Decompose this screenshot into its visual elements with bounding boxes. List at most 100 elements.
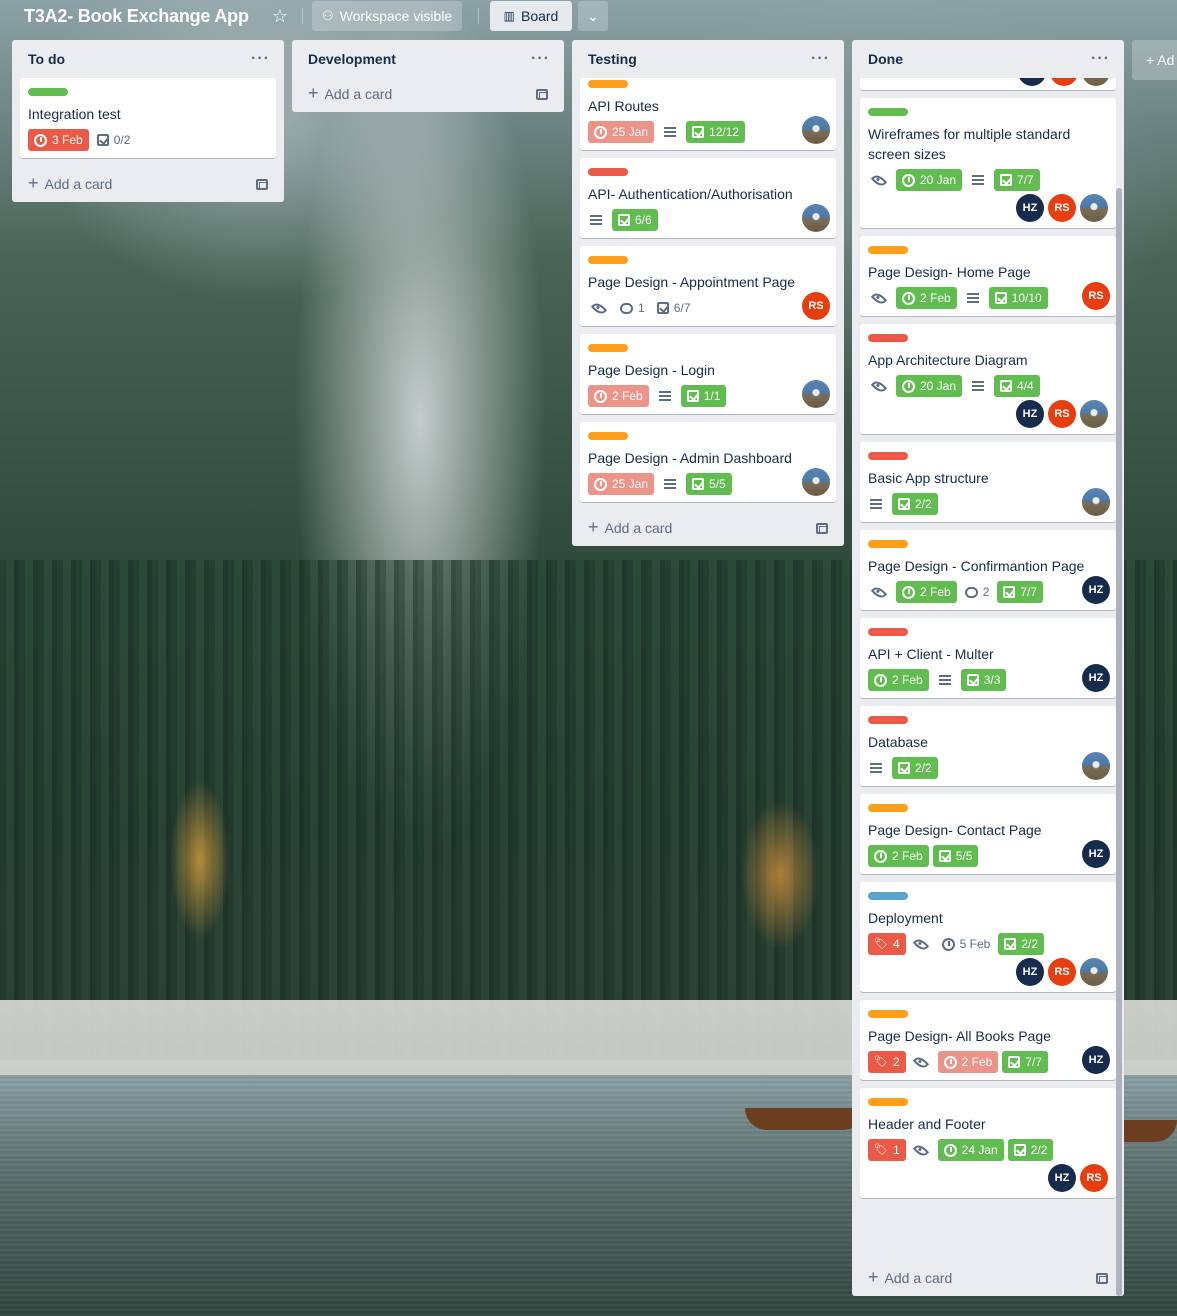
- avatar[interactable]: [802, 116, 830, 144]
- add-list-button[interactable]: + Ad: [1132, 40, 1177, 80]
- due-date-badge[interactable]: 25 Jan: [588, 473, 655, 495]
- avatar[interactable]: HZ: [1018, 78, 1046, 86]
- card-label[interactable]: [868, 334, 908, 342]
- add-card-button[interactable]: + Add a card: [12, 166, 284, 202]
- card-integration-test[interactable]: Integration test 3 Feb 0/2: [20, 78, 276, 158]
- card-home-page[interactable]: Page Design- Home Page 2 Feb 10/10 RS: [860, 236, 1116, 316]
- votes-badge[interactable]: 🏷 1: [868, 1139, 906, 1161]
- visibility-button[interactable]: ⚇ Workspace visible: [312, 1, 463, 31]
- more-options-icon[interactable]: ···: [1091, 50, 1110, 68]
- due-date-badge[interactable]: 2 Feb: [868, 845, 929, 867]
- template-icon[interactable]: [256, 178, 268, 190]
- card-label[interactable]: [868, 246, 908, 254]
- due-date-badge[interactable]: 2 Feb: [588, 385, 649, 407]
- board-title[interactable]: T3A2- Book Exchange App: [20, 3, 253, 29]
- avatar[interactable]: RS: [1050, 78, 1078, 86]
- card-label[interactable]: [588, 256, 628, 264]
- due-date-badge[interactable]: 20 Jan: [896, 375, 963, 397]
- card-basic-app-structure[interactable]: Basic App structure 2/2: [860, 442, 1116, 522]
- due-date-badge[interactable]: 20 Jan: [896, 169, 963, 191]
- avatar[interactable]: HZ: [1016, 194, 1044, 222]
- card-label[interactable]: [868, 1098, 908, 1106]
- list-title[interactable]: Done: [868, 51, 903, 67]
- card-api-routes[interactable]: API Routes 25 Jan 12/12: [580, 78, 836, 150]
- card-wireframes[interactable]: Wireframes for multiple standard screen …: [860, 98, 1116, 228]
- avatar[interactable]: [1080, 400, 1108, 428]
- card-label[interactable]: [868, 716, 908, 724]
- due-date-badge[interactable]: 2 Feb: [937, 1051, 999, 1073]
- due-date-badge[interactable]: 2 Feb: [896, 581, 957, 603]
- card-label[interactable]: [588, 432, 628, 440]
- card-label[interactable]: [868, 452, 908, 460]
- template-icon[interactable]: [816, 522, 828, 534]
- due-date-badge[interactable]: 24 Jan: [937, 1139, 1004, 1161]
- more-options-icon[interactable]: ···: [811, 50, 830, 68]
- avatar[interactable]: RS: [1082, 282, 1110, 310]
- template-icon[interactable]: [536, 88, 548, 100]
- card-label[interactable]: [868, 628, 908, 636]
- card-label[interactable]: [868, 804, 908, 812]
- card-label[interactable]: [868, 108, 908, 116]
- due-date-badge[interactable]: 3 Feb: [28, 129, 89, 151]
- avatar[interactable]: [802, 380, 830, 408]
- card-login-page[interactable]: Page Design - Login 2 Feb 1/1: [580, 334, 836, 414]
- card-appointment-page[interactable]: Page Design - Appointment Page 1 6/7 RS: [580, 246, 836, 326]
- card-deployment[interactable]: Deployment 🏷 4 5 Feb 2/2 HZ RS: [860, 882, 1116, 992]
- list-title[interactable]: To do: [28, 51, 65, 67]
- star-button[interactable]: ☆: [264, 1, 296, 31]
- card-label[interactable]: [588, 344, 628, 352]
- avatar[interactable]: [802, 204, 830, 232]
- avatar[interactable]: RS: [1080, 1164, 1108, 1192]
- view-switcher-button[interactable]: ⌄: [578, 1, 608, 31]
- card-label[interactable]: [588, 168, 628, 176]
- add-card-button[interactable]: + Add a card: [852, 1260, 1124, 1296]
- avatar[interactable]: HZ: [1016, 400, 1044, 428]
- avatar[interactable]: RS: [1048, 194, 1076, 222]
- avatar[interactable]: [1080, 194, 1108, 222]
- more-options-icon[interactable]: ···: [251, 50, 270, 68]
- add-card-button[interactable]: + Add a card: [292, 76, 564, 112]
- avatar[interactable]: HZ: [1082, 664, 1110, 692]
- card-confirmation-page[interactable]: Page Design - Confirmantion Page 2 Feb 2…: [860, 530, 1116, 610]
- votes-badge[interactable]: 🏷 2: [868, 1051, 906, 1073]
- add-card-button[interactable]: + Add a card: [572, 510, 844, 546]
- avatar[interactable]: HZ: [1082, 1046, 1110, 1074]
- card-contact-page[interactable]: Page Design- Contact Page 2 Feb 5/5 HZ: [860, 794, 1116, 874]
- avatar[interactable]: HZ: [1082, 840, 1110, 868]
- avatar[interactable]: RS: [1048, 400, 1076, 428]
- card-multer[interactable]: API + Client - Multer 2 Feb 3/3 HZ: [860, 618, 1116, 698]
- votes-badge[interactable]: 🏷 4: [868, 933, 906, 955]
- avatar[interactable]: [1082, 78, 1110, 86]
- avatar[interactable]: [802, 468, 830, 496]
- card-partial[interactable]: HZ RS: [860, 78, 1116, 90]
- board-view-button[interactable]: ▥ Board: [490, 1, 572, 31]
- avatar[interactable]: RS: [802, 292, 830, 320]
- list-scrollbar[interactable]: [1116, 188, 1122, 1296]
- card-api-auth[interactable]: API- Authentication/Authorisation 6/6: [580, 158, 836, 238]
- card-label[interactable]: [868, 1010, 908, 1018]
- card-all-books-page[interactable]: Page Design- All Books Page 🏷 2 2 Feb 7/7…: [860, 1000, 1116, 1080]
- card-app-architecture[interactable]: App Architecture Diagram 20 Jan 4/4 HZ R…: [860, 324, 1116, 434]
- template-icon[interactable]: [1096, 1272, 1108, 1284]
- card-label[interactable]: [28, 88, 68, 96]
- more-options-icon[interactable]: ···: [531, 50, 550, 68]
- card-label[interactable]: [868, 540, 908, 548]
- card-label[interactable]: [588, 80, 628, 88]
- avatar[interactable]: HZ: [1016, 958, 1044, 986]
- due-date-badge[interactable]: 2 Feb: [868, 669, 929, 691]
- card-admin-dashboard[interactable]: Page Design - Admin Dashboard 25 Jan 5/5: [580, 422, 836, 502]
- due-date-badge[interactable]: 2 Feb: [896, 287, 957, 309]
- avatar[interactable]: [1080, 958, 1108, 986]
- avatar[interactable]: HZ: [1082, 576, 1110, 604]
- card-header-footer[interactable]: Header and Footer 🏷 1 24 Jan 2/2 HZ RS: [860, 1088, 1116, 1198]
- due-date-badge[interactable]: 5 Feb: [938, 933, 995, 955]
- list-title[interactable]: Development: [308, 51, 396, 67]
- avatar[interactable]: [1082, 488, 1110, 516]
- done-cards-scroll-area[interactable]: HZ RS Wireframes for multiple standard s…: [852, 78, 1124, 1258]
- card-database[interactable]: Database 2/2: [860, 706, 1116, 786]
- avatar[interactable]: RS: [1048, 958, 1076, 986]
- list-title[interactable]: Testing: [588, 51, 637, 67]
- card-label[interactable]: [868, 892, 908, 900]
- avatar[interactable]: HZ: [1048, 1164, 1076, 1192]
- due-date-badge[interactable]: 25 Jan: [588, 121, 655, 143]
